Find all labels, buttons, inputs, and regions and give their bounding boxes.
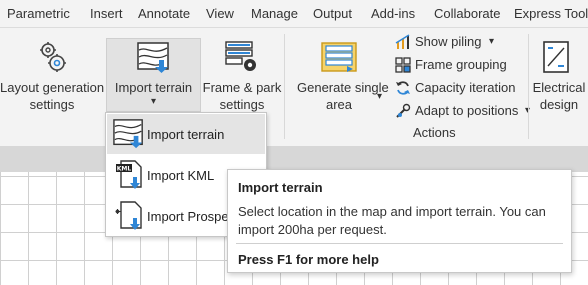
generate-single-area-button[interactable]: Generate single area ▾ [289,28,389,138]
tab-parametric[interactable]: Parametric [7,0,70,28]
generate-single-label-2: area [325,97,353,112]
ribbon-separator [528,34,529,139]
adapt-to-positions-button[interactable]: Adapt to positions ▾ [395,101,535,121]
gears-icon [40,42,66,72]
tooltip-divider [236,243,563,244]
layout-generation-label-1: Layout generation [0,80,105,95]
tab-collaborate[interactable]: Collaborate [434,0,501,28]
capacity-iteration-button[interactable]: Capacity iteration [395,78,525,98]
tab-view[interactable]: View [206,0,234,28]
menu-item-label: Import terrain [147,127,225,142]
layout-generation-label-2: settings [29,97,75,112]
show-piling-label: Show piling [415,34,482,49]
chevron-down-icon: ▾ [150,96,157,107]
piling-icon [395,34,410,49]
prospect-file-icon [115,201,142,230]
frame-park-label-1: Frame & park [202,80,282,95]
tab-express-tools[interactable]: Express Tools [514,0,588,28]
kml-file-icon: KML [116,160,142,189]
frame-park-label-2: settings [219,97,265,112]
chevron-down-icon: ▾ [489,36,495,47]
adapt-to-positions-label: Adapt to positions [415,103,519,118]
tab-insert[interactable]: Insert [90,0,123,28]
show-piling-button[interactable]: Show piling ▾ [395,32,525,52]
frame-grouping-icon [395,57,411,73]
refresh-icon [396,81,410,95]
electrical-icon [543,41,569,73]
tab-add-ins[interactable]: Add-ins [371,0,415,28]
ribbon-separator [284,34,285,139]
chevron-down-icon: ▾ [377,91,383,102]
tab-output[interactable]: Output [313,0,352,28]
frame-grouping-button[interactable]: Frame grouping [395,55,525,75]
tab-manage[interactable]: Manage [251,0,298,28]
frame-grouping-label: Frame grouping [415,57,507,72]
tooltip-title: Import terrain [238,180,323,195]
layout-generation-settings-button[interactable]: Layout generation settings [0,28,104,138]
ribbon-tab-bar: Parametric Insert Annotate View Manage O… [0,0,588,28]
capacity-iteration-label: Capacity iteration [415,80,516,95]
terrain-icon [137,42,169,73]
generate-area-icon [321,42,357,72]
electrical-label-1: Electrical [532,80,586,95]
actions-group-label: Actions [413,125,456,140]
menu-item-import-terrain[interactable]: Import terrain [107,114,265,154]
electrical-design-button[interactable]: Electrical design [530,28,588,138]
import-terrain-button[interactable]: Import terrain ▾ [106,38,201,112]
tab-annotate[interactable]: Annotate [138,0,190,28]
tooltip-body: Select location in the map and import te… [238,204,546,237]
electrical-label-2: design [539,97,579,112]
generate-single-label-1: Generate single [297,80,389,95]
svg-text:KML: KML [117,166,132,173]
terrain-icon [113,119,143,149]
frame-settings-icon [225,41,256,71]
import-terrain-tooltip: Import terrain Select location in the ma… [227,169,572,273]
ribbon-panel: Layout generation settings Import terrai… [0,28,588,146]
tooltip-help: Press F1 for more help [238,252,379,267]
adapt-positions-icon [396,103,411,118]
